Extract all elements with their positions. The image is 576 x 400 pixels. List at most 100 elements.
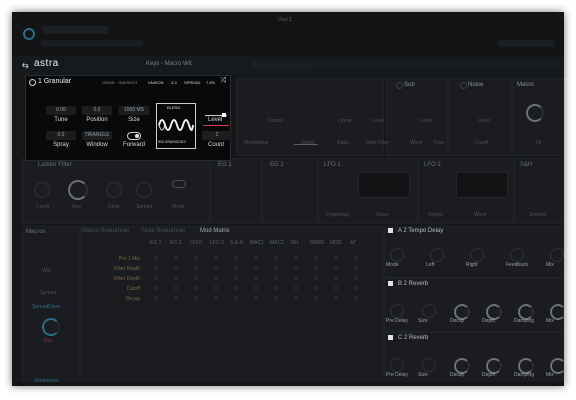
matrix-cell[interactable]: [354, 296, 358, 300]
matrix-cell[interactable]: [194, 256, 198, 260]
spray-value[interactable]: 0.0: [46, 131, 76, 140]
matrix-cell[interactable]: [194, 286, 198, 290]
ladder-mode-toggle[interactable]: [172, 180, 186, 188]
matrix-cell[interactable]: [234, 266, 238, 270]
window-value[interactable]: TRIANGLE: [82, 131, 112, 140]
fx-knob[interactable]: [390, 304, 404, 318]
preset-name[interactable]: Keys - Macro Wit: [146, 61, 192, 67]
fx-knob[interactable]: [390, 248, 404, 262]
matrix-cell[interactable]: [354, 286, 358, 290]
matrix-cell[interactable]: [334, 296, 338, 300]
matrix-cell[interactable]: [234, 286, 238, 290]
osc-depth-slider[interactable]: [294, 144, 318, 145]
matrix-cell[interactable]: [334, 286, 338, 290]
preset-nav[interactable]: [252, 61, 312, 68]
matrix-cell[interactable]: [354, 276, 358, 280]
macro-item-4[interactable]: Dry: [44, 338, 52, 344]
matrix-cell[interactable]: [194, 266, 198, 270]
matrix-cell[interactable]: [214, 256, 218, 260]
tune-value[interactable]: 0.00: [46, 106, 76, 115]
matrix-cell[interactable]: [214, 266, 218, 270]
matrix-cell[interactable]: [314, 296, 318, 300]
matrix-cell[interactable]: [294, 276, 298, 280]
matrix-cell[interactable]: [354, 266, 358, 270]
matrix-cell[interactable]: [214, 276, 218, 280]
position-value[interactable]: 0.0: [82, 106, 112, 115]
preset-right-controls[interactable]: [312, 60, 558, 68]
matrix-cell[interactable]: [294, 256, 298, 260]
matrix-cell[interactable]: [294, 266, 298, 270]
macro-item-2[interactable]: Spread: [40, 290, 56, 296]
ladder-cutoff-knob[interactable]: [34, 182, 50, 198]
level-handle[interactable]: [222, 113, 226, 117]
matrix-cell[interactable]: [254, 276, 258, 280]
fx-knob[interactable]: [550, 248, 564, 262]
popup-option-spread[interactable]: SPREAD: [184, 80, 200, 85]
matrix-cell[interactable]: [154, 296, 158, 300]
popup-option-unison[interactable]: UNISON: [148, 80, 164, 85]
top-right-controls[interactable]: [498, 40, 554, 47]
matrix-cell[interactable]: [174, 296, 178, 300]
matrix-cell[interactable]: [194, 276, 198, 280]
ladder-drive-knob[interactable]: [106, 182, 122, 198]
matrix-cell[interactable]: [174, 266, 178, 270]
forward-toggle[interactable]: [127, 132, 141, 140]
power-icon[interactable]: [23, 28, 35, 40]
matrix-cell[interactable]: [174, 276, 178, 280]
matrix-cell[interactable]: [274, 256, 278, 260]
matrix-cell[interactable]: [334, 276, 338, 280]
fx-knob[interactable]: [510, 248, 524, 262]
macro-item-1[interactable]: Wet: [42, 268, 51, 274]
top-toolbar-left[interactable]: [42, 26, 108, 34]
matrix-cell[interactable]: [274, 296, 278, 300]
matrix-cell[interactable]: [234, 256, 238, 260]
fx-knob[interactable]: [422, 358, 436, 372]
matrix-cell[interactable]: [334, 266, 338, 270]
matrix-cell[interactable]: [274, 266, 278, 270]
shuffle-icon[interactable]: ⤨: [220, 77, 226, 85]
matrix-cell[interactable]: [314, 276, 318, 280]
matrix-cell[interactable]: [254, 266, 258, 270]
matrix-cell[interactable]: [174, 256, 178, 260]
macro-knob[interactable]: [526, 104, 544, 122]
matrix-cell[interactable]: [314, 286, 318, 290]
macro-item-3[interactable]: SpreadDrive: [32, 304, 60, 310]
matrix-cell[interactable]: [314, 256, 318, 260]
tab-macro-sequencer[interactable]: Macro Sequencer: [82, 228, 129, 234]
fx-knob[interactable]: [390, 358, 404, 372]
ladder-spread-knob[interactable]: [136, 182, 152, 198]
matrix-cell[interactable]: [154, 266, 158, 270]
matrix-cell[interactable]: [254, 286, 258, 290]
matrix-cell[interactable]: [254, 256, 258, 260]
noise-radio[interactable]: [460, 82, 467, 89]
matrix-cell[interactable]: [154, 256, 158, 260]
matrix-cell[interactable]: [194, 296, 198, 300]
matrix-cell[interactable]: [214, 286, 218, 290]
count-value[interactable]: 2: [202, 131, 232, 140]
tab-mod-matrix[interactable]: Mod Matrix: [200, 228, 230, 234]
matrix-cell[interactable]: [254, 296, 258, 300]
size-value[interactable]: 1000 MS: [119, 106, 149, 115]
ladder-res-knob[interactable]: [68, 180, 88, 200]
matrix-cell[interactable]: [234, 296, 238, 300]
matrix-cell[interactable]: [214, 296, 218, 300]
matrix-cell[interactable]: [234, 276, 238, 280]
matrix-cell[interactable]: [314, 266, 318, 270]
matrix-cell[interactable]: [174, 286, 178, 290]
fx-knob[interactable]: [430, 248, 444, 262]
matrix-cell[interactable]: [154, 286, 158, 290]
macro-dry-knob[interactable]: [42, 318, 60, 336]
sub-radio[interactable]: [396, 82, 403, 89]
tab-note-sequencer[interactable]: Note Sequencer: [142, 228, 185, 234]
matrix-cell[interactable]: [294, 286, 298, 290]
matrix-cell[interactable]: [334, 256, 338, 260]
matrix-cell[interactable]: [294, 296, 298, 300]
fx-knob[interactable]: [470, 248, 484, 262]
top-toolbar-buttons[interactable]: [42, 40, 142, 47]
matrix-cell[interactable]: [274, 286, 278, 290]
matrix-cell[interactable]: [274, 276, 278, 280]
menu-icon[interactable]: ⇆: [22, 61, 29, 70]
popup-option-oneshot[interactable]: ONESHOT: [118, 80, 138, 85]
matrix-cell[interactable]: [154, 276, 158, 280]
fx-knob[interactable]: [422, 304, 436, 318]
